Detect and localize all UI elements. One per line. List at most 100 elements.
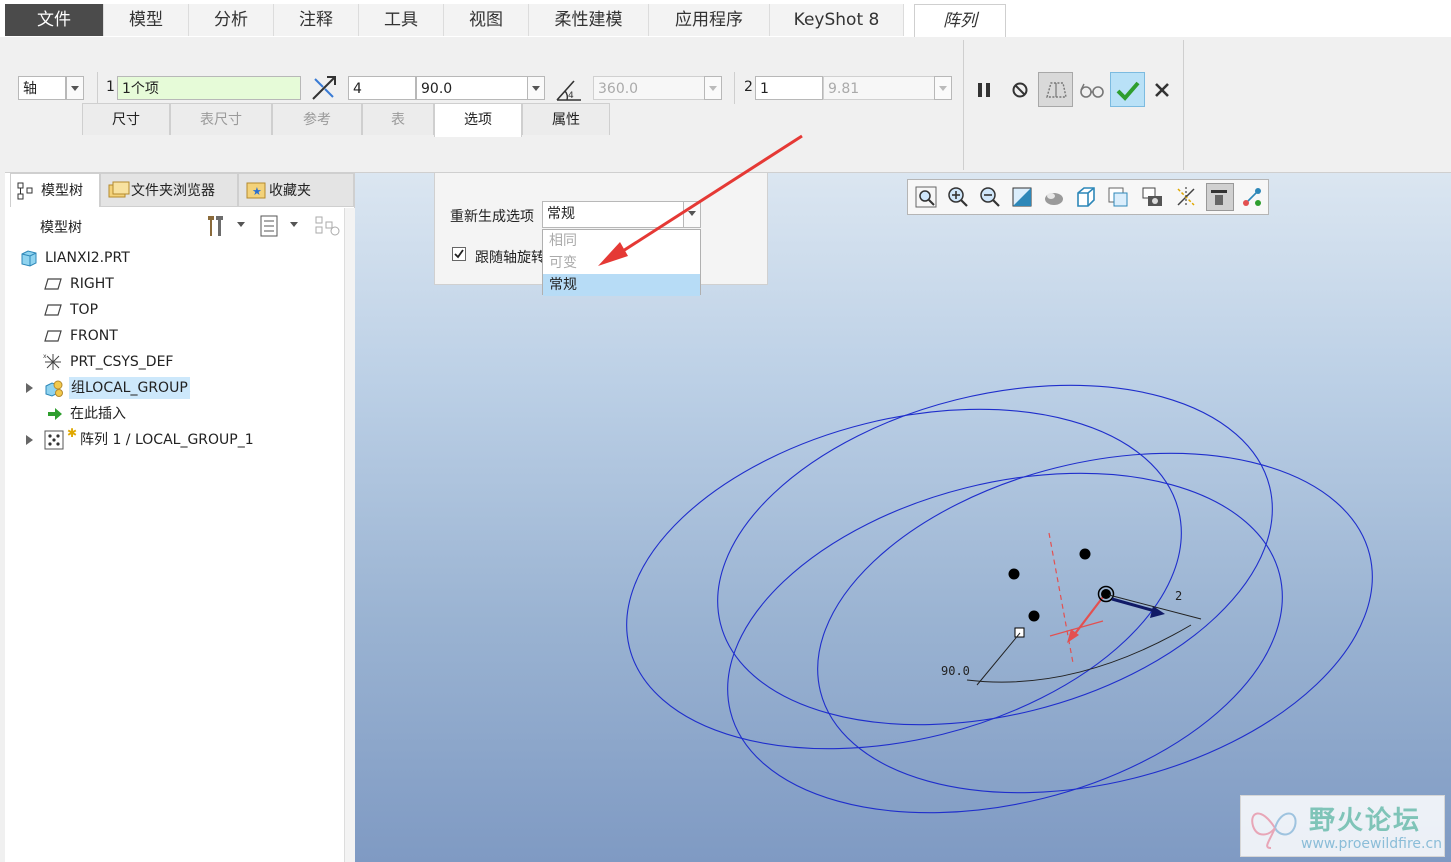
angle-extent-field: 360.0 — [593, 76, 705, 100]
lead-member-point — [1101, 589, 1111, 599]
tree-item-part[interactable]: LIANXI2.PRT — [45, 247, 130, 269]
datum-plane-icon — [44, 301, 62, 319]
angle-increment-dropdown-button[interactable] — [527, 76, 545, 100]
tree-item-local-group[interactable]: 组LOCAL_GROUP — [69, 377, 190, 399]
glasses-icon[interactable] — [1076, 74, 1108, 106]
svg-text:4: 4 — [568, 91, 574, 101]
zoom-out-icon[interactable] — [978, 185, 1002, 209]
dim-angle-label: 90.0 — [941, 664, 970, 678]
menu-tab-annotate[interactable]: 注释 — [274, 4, 359, 36]
tree-filter-icon[interactable] — [314, 214, 342, 242]
pattern-curve — [717, 384, 1273, 726]
direction2-count-field[interactable]: 1 — [755, 76, 823, 100]
tree-item-front[interactable]: FRONT — [70, 325, 118, 347]
group-icon — [44, 378, 63, 397]
datum-display-icon[interactable] — [1174, 185, 1198, 209]
panel-scrollbar[interactable] — [344, 208, 355, 862]
favorites-icon: ★ — [246, 181, 266, 203]
angle-dimension-arc — [966, 624, 1192, 683]
angle-extent-icon[interactable]: 4 — [553, 74, 585, 106]
subtab-dimensions[interactable]: 尺寸 — [82, 103, 170, 135]
watermark-title: 野火论坛 — [1309, 806, 1422, 836]
angle-increment-field[interactable]: 90.0 — [416, 76, 528, 100]
panel-tab-label: 收藏夹 — [269, 183, 311, 199]
menu-tab-analysis[interactable]: 分析 — [189, 4, 274, 36]
datum-plane-icon — [44, 275, 62, 293]
pause-icon[interactable] — [968, 74, 1000, 106]
tree-item-right[interactable]: RIGHT — [70, 273, 114, 295]
repaint-icon[interactable] — [1010, 185, 1034, 209]
spin-center-icon[interactable] — [1240, 185, 1264, 209]
svg-text:x: x — [43, 353, 47, 360]
pattern-curve — [626, 408, 1182, 750]
tree-item-top[interactable]: TOP — [70, 299, 98, 321]
pattern-curve — [727, 472, 1283, 814]
pattern-type-dropdown-button[interactable] — [66, 76, 84, 100]
datum-plane-icon — [44, 327, 62, 345]
annotation-display-icon[interactable] — [1206, 183, 1234, 211]
direction1-members-field[interactable]: 1个项 — [117, 76, 301, 100]
perspective-icon[interactable] — [1140, 185, 1164, 209]
menu-tab-tools[interactable]: 工具 — [359, 4, 444, 36]
pattern-member-point — [1079, 548, 1091, 560]
confirm-check-icon[interactable] — [1110, 72, 1145, 107]
pattern-member-point — [1008, 568, 1020, 580]
tree-item-pattern[interactable]: 阵列 1 / LOCAL_GROUP_1 — [80, 429, 254, 451]
direction2-spacing-dropdown-button — [934, 76, 952, 100]
tree-item-csys[interactable]: PRT_CSYS_DEF — [70, 351, 173, 373]
regen-option-label: 重新生成选项 — [450, 209, 534, 225]
folder-icon — [108, 180, 130, 204]
tree-settings-icon[interactable] — [205, 213, 231, 243]
checkmark-icon — [454, 249, 464, 259]
follow-axis-checkbox[interactable] — [452, 247, 466, 261]
subtab-references: 参考 — [272, 103, 362, 135]
new-feature-star-icon: ✱ — [67, 426, 78, 440]
chevron-down-icon[interactable] — [237, 222, 245, 227]
menu-tab-view[interactable]: 视图 — [444, 4, 529, 36]
model-tree-header: 模型树 — [40, 220, 82, 236]
zoom-fit-icon[interactable] — [914, 185, 938, 209]
csys-icon: x — [43, 352, 61, 370]
dropdown-option-general[interactable]: 常规 — [543, 274, 700, 296]
menu-bar: 文件 模型 分析 注释 工具 视图 柔性建模 应用程序 KeyShot 8 阵列 — [0, 0, 1451, 37]
follow-axis-label: 跟随轴旋转 — [475, 250, 542, 266]
pattern-member-marker — [1014, 627, 1025, 638]
feature-preview-icon[interactable] — [1038, 72, 1073, 107]
butterfly-logo-icon — [1247, 802, 1303, 856]
direction2-spacing-field: 9.81 — [823, 76, 935, 100]
subtab-tables: 表 — [362, 103, 434, 135]
tree-columns-icon[interactable] — [259, 214, 281, 242]
zoom-in-icon[interactable] — [946, 185, 970, 209]
pattern-type-select[interactable]: 轴 — [18, 76, 66, 100]
panel-tab-label: 文件夹浏览器 — [131, 183, 215, 199]
cancel-x-icon[interactable] — [1146, 74, 1178, 106]
menu-tab-pattern[interactable]: 阵列 — [914, 4, 1006, 37]
direction2-index: 2 — [744, 79, 753, 95]
forum-watermark: 野火论坛 www.proewildfire.cn — [1240, 795, 1445, 857]
separator — [963, 40, 964, 170]
view-toolbar — [907, 179, 1269, 215]
menu-tab-keyshot[interactable]: KeyShot 8 — [770, 4, 904, 36]
menu-tab-model[interactable]: 模型 — [104, 4, 189, 36]
flip-direction-icon[interactable] — [308, 72, 340, 104]
expand-arrow-icon[interactable] — [26, 383, 33, 393]
angle-extent-dropdown-button — [704, 76, 722, 100]
saved-views-icon[interactable] — [1074, 185, 1098, 209]
watermark-url: www.proewildfire.cn — [1301, 836, 1443, 852]
member-count-field[interactable]: 4 — [348, 76, 416, 100]
menu-tab-file[interactable]: 文件 — [5, 4, 104, 36]
tree-item-insert-here[interactable]: 在此插入 — [70, 403, 126, 425]
menu-tab-flexible-modeling[interactable]: 柔性建模 — [529, 4, 649, 36]
no-preview-icon[interactable] — [1004, 74, 1036, 106]
dim-dir2-label: 2 — [1175, 589, 1182, 603]
view-manager-icon[interactable] — [1106, 185, 1130, 209]
display-style-icon[interactable] — [1042, 185, 1066, 209]
expand-arrow-icon[interactable] — [26, 435, 33, 445]
subtab-options[interactable]: 选项 — [434, 103, 522, 137]
panel-tab-label: 模型树 — [41, 183, 83, 199]
chevron-down-icon[interactable] — [290, 222, 298, 227]
dimension-line — [976, 632, 1021, 686]
insert-arrow-icon — [46, 405, 64, 423]
menu-tab-applications[interactable]: 应用程序 — [649, 4, 770, 36]
subtab-table-dimensions: 表尺寸 — [170, 103, 272, 135]
